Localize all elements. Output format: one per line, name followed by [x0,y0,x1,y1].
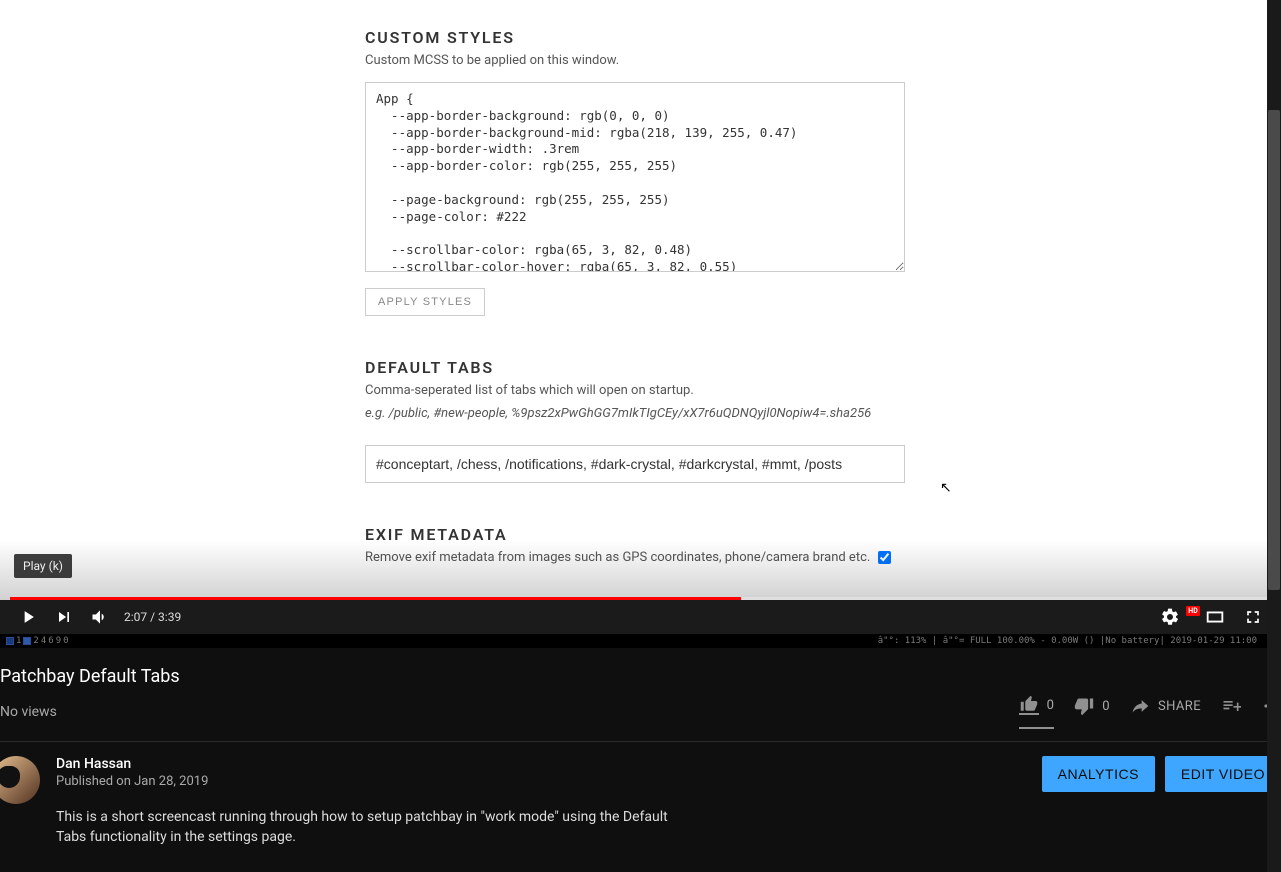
video-description: This is a short screencast running throu… [56,807,676,848]
custom-styles-desc: Custom MCSS to be applied on this window… [365,53,905,68]
edit-video-button[interactable]: EDIT VIDEO [1165,756,1281,792]
duration: 3:39 [158,610,181,624]
like-count: 0 [1047,698,1055,713]
share-label: SHARE [1158,699,1201,714]
page-scrollbar[interactable] [1267,0,1281,872]
video-metadata: Patchbay Default Tabs No views 0 0 SHARE [0,648,1281,848]
default-tabs-desc-text: Comma-seperated list of tabs which will … [365,383,694,398]
player-controls-bar: 2:07 / 3:39 HD [0,600,1281,634]
workspace-indicators: 124690 [6,636,69,646]
theater-button[interactable] [1197,600,1233,634]
progress-fill [10,597,741,600]
video-title: Patchbay Default Tabs [0,666,1281,687]
play-button[interactable] [10,600,46,634]
save-button[interactable] [1221,696,1241,728]
time-display: 2:07 / 3:39 [124,610,181,624]
play-tooltip: Play (k) [14,554,72,578]
custom-styles-textarea[interactable] [365,82,905,272]
channel-avatar[interactable] [0,756,40,804]
apply-styles-button[interactable]: Apply Styles [365,288,485,316]
status-right: â"°: 113% | â"°= FULL 100.00% - 0.00W ()… [878,636,1275,646]
video-frame: Custom Styles Custom MCSS to be applied … [0,0,1281,600]
next-button[interactable] [46,600,82,634]
view-count: No views [0,704,57,720]
status-text: â"°: 113% | â"°= FULL 100.00% - 0.00W ()… [878,636,1257,646]
progress-bar[interactable] [10,597,1271,600]
cursor-icon: ↖ [940,480,952,496]
analytics-button[interactable]: ANALYTICS [1042,756,1155,792]
dislike-button[interactable]: 0 [1074,696,1110,728]
default-tabs-example: e.g. /public, #new-people, %9psz2xPwGhGG… [365,406,905,421]
scrollbar-thumb[interactable] [1268,110,1280,590]
current-time: 2:07 [124,610,147,624]
app-settings-panel: Custom Styles Custom MCSS to be applied … [365,28,905,565]
wm-status-bar: 124690 â"°: 113% | â"°= FULL 100.00% - 0… [0,634,1281,648]
like-button[interactable]: 0 [1019,695,1055,729]
default-tabs-desc: Comma-seperated list of tabs which will … [365,383,905,421]
default-tabs-heading: Default Tabs [365,358,905,377]
video-gradient [0,540,1281,600]
share-button[interactable]: SHARE [1130,696,1201,728]
dislike-count: 0 [1102,699,1110,714]
custom-styles-heading: Custom Styles [365,28,905,47]
default-tabs-input[interactable] [365,445,905,483]
settings-button[interactable]: HD [1159,600,1195,634]
channel-name[interactable]: Dan Hassan [56,756,1026,772]
volume-button[interactable] [82,600,118,634]
fullscreen-button[interactable] [1235,600,1271,634]
hd-badge: HD [1186,606,1200,616]
publish-date: Published on Jan 28, 2019 [56,774,1026,789]
